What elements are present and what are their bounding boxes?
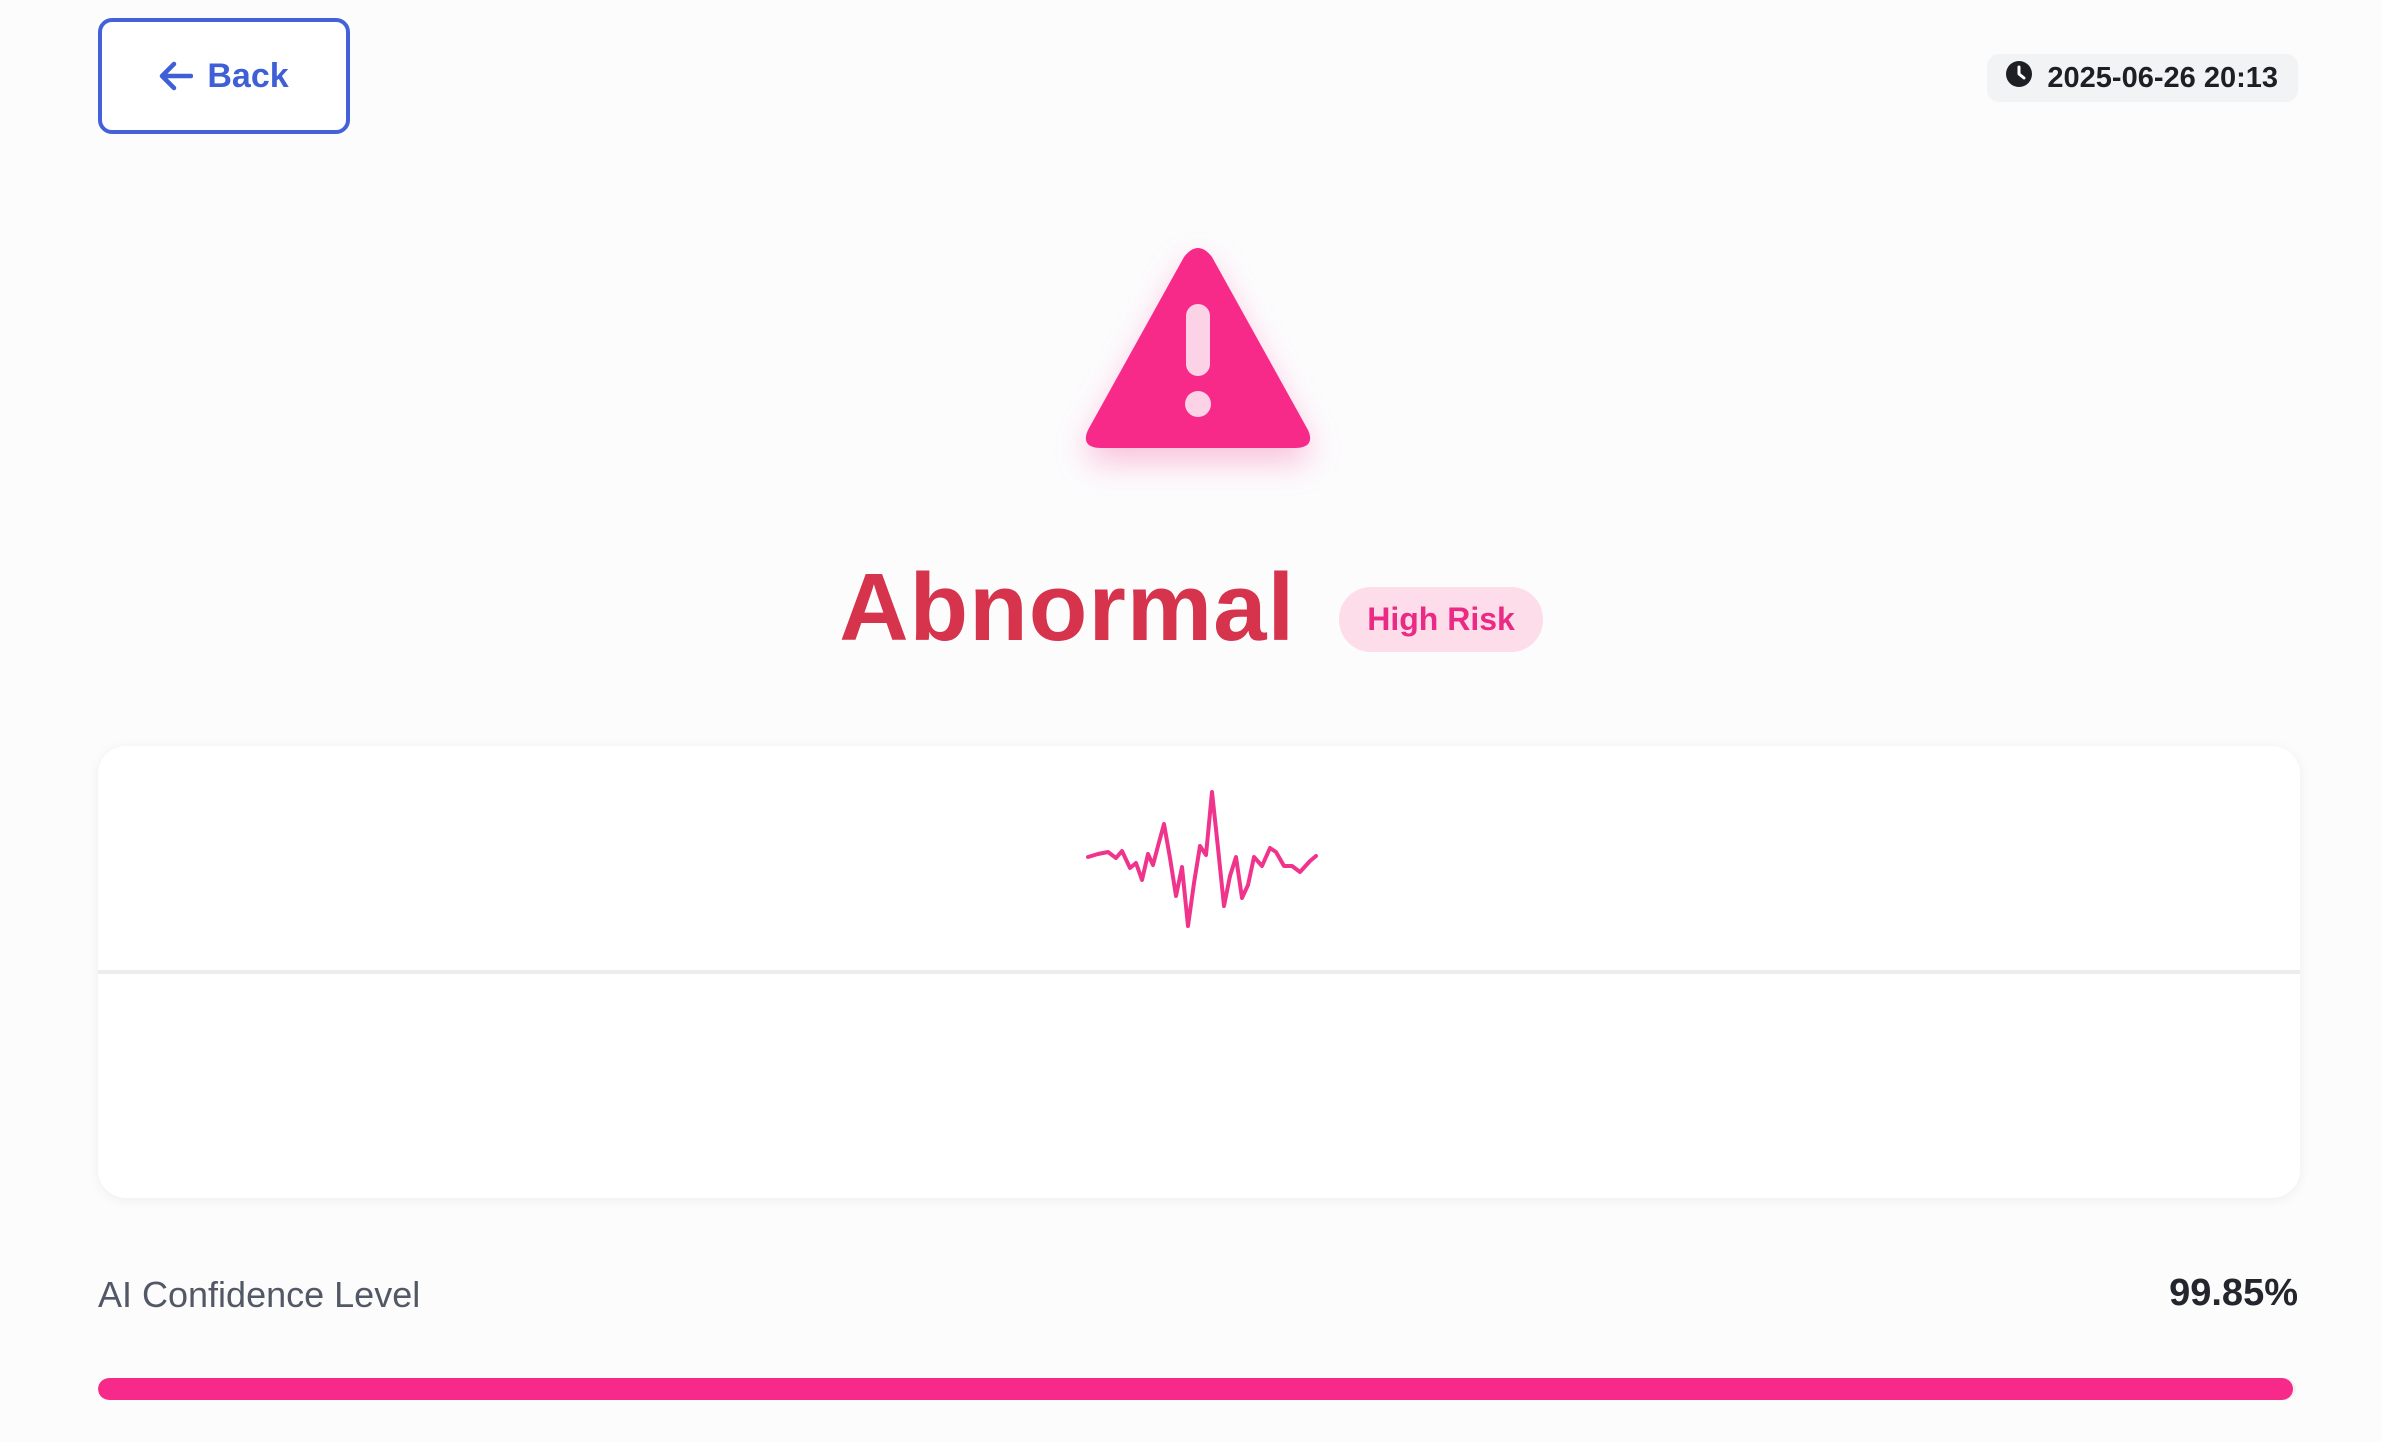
- card-divider: [98, 970, 2300, 974]
- confidence-progress-bar: [98, 1378, 2296, 1400]
- arrow-left-icon: [159, 61, 194, 91]
- clock-icon: [2005, 60, 2033, 96]
- confidence-progress-fill: [98, 1378, 2293, 1400]
- risk-badge: High Risk: [1339, 586, 1543, 652]
- ecg-waveform-icon: [1086, 790, 1318, 928]
- timestamp-badge: 2025-06-26 20:13: [1987, 54, 2298, 102]
- back-button-label: Back: [207, 56, 289, 95]
- timestamp-text: 2025-06-26 20:13: [2047, 61, 2278, 94]
- confidence-value: 99.85%: [2169, 1272, 2298, 1314]
- result-row: Abnormal High Risk: [0, 560, 2382, 656]
- result-status: Abnormal: [839, 554, 1296, 661]
- warning-triangle-icon: [1085, 248, 1311, 448]
- back-button[interactable]: Back: [98, 18, 350, 134]
- ecg-card: [98, 746, 2300, 1198]
- confidence-label: AI Confidence Level: [98, 1274, 421, 1315]
